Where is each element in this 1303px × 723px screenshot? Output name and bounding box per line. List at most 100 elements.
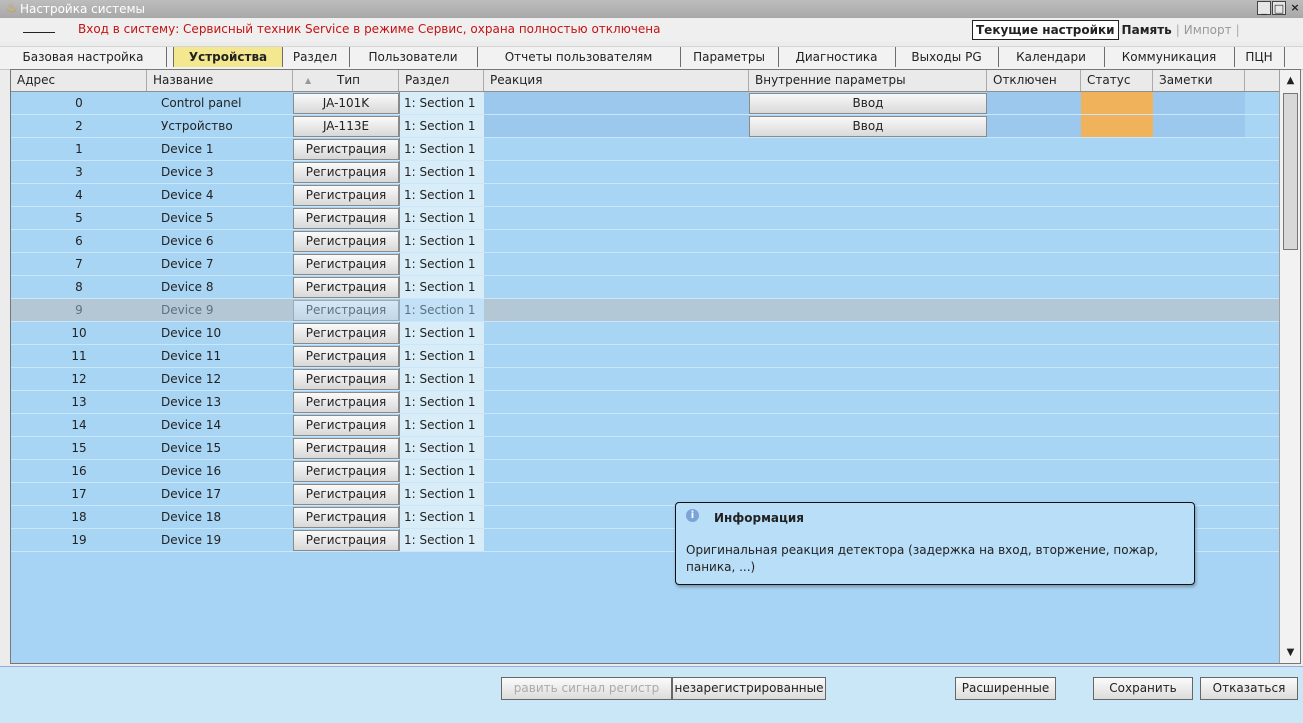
- column-address[interactable]: Адрес: [11, 70, 147, 91]
- cancel-button[interactable]: Отказаться: [1200, 677, 1298, 700]
- table-row[interactable]: 3 Device 3 Регистрация 1: Section 1: [11, 161, 1300, 184]
- tab-devices[interactable]: Устройства: [173, 47, 283, 67]
- column-reaction[interactable]: Реакция: [484, 70, 749, 91]
- table-row[interactable]: 5 Device 5 Регистрация 1: Section 1: [11, 207, 1300, 230]
- section-cell[interactable]: 1: Section 1: [399, 437, 484, 460]
- section-cell[interactable]: 1: Section 1: [399, 529, 484, 552]
- column-status[interactable]: Статус: [1081, 70, 1153, 91]
- scrollbar-thumb[interactable]: [1283, 93, 1298, 250]
- tab-user-reports[interactable]: Отчеты пользователям: [477, 47, 681, 67]
- table-row[interactable]: 4 Device 4 Регистрация 1: Section 1: [11, 184, 1300, 207]
- tab-communication[interactable]: Коммуникация: [1104, 47, 1235, 67]
- section-cell[interactable]: 1: Section 1: [399, 299, 484, 322]
- chevron-down-icon[interactable]: ▼: [1280, 642, 1300, 663]
- column-name[interactable]: Название: [147, 70, 293, 91]
- table-row[interactable]: 7 Device 7 Регистрация 1: Section 1: [11, 253, 1300, 276]
- device-type-button[interactable]: Регистрация: [293, 162, 399, 183]
- device-type-button[interactable]: Регистрация: [293, 369, 399, 390]
- chevron-up-icon[interactable]: ▲: [1280, 70, 1300, 91]
- device-type-button[interactable]: Регистрация: [293, 530, 399, 551]
- tab-users[interactable]: Пользователи: [349, 47, 478, 67]
- device-type-button[interactable]: Регистрация: [293, 300, 399, 321]
- section-cell[interactable]: 1: Section 1: [399, 391, 484, 414]
- device-type-button[interactable]: Регистрация: [293, 392, 399, 413]
- section-cell[interactable]: 1: Section 1: [399, 483, 484, 506]
- column-type[interactable]: ▲ Тип: [293, 70, 399, 91]
- device-type-button[interactable]: Регистрация: [293, 461, 399, 482]
- tab-calendars[interactable]: Календари: [998, 47, 1105, 67]
- device-type-button[interactable]: Регистрация: [293, 254, 399, 275]
- section-cell[interactable]: 1: Section 1: [399, 345, 484, 368]
- tab-diagnostics[interactable]: Диагностика: [778, 47, 896, 67]
- device-type-button[interactable]: Регистрация: [293, 507, 399, 528]
- internal-parameters-button[interactable]: Ввод: [749, 116, 987, 137]
- section-cell[interactable]: 1: Section 1: [399, 506, 484, 529]
- tab-monitoring-station[interactable]: ПЦН: [1234, 47, 1285, 67]
- section-cell[interactable]: 1: Section 1: [399, 276, 484, 299]
- unregistered-button[interactable]: незарегистрированные: [672, 677, 826, 700]
- section-cell[interactable]: 1: Section 1: [399, 207, 484, 230]
- section-cell[interactable]: 1: Section 1: [399, 115, 484, 138]
- section-cell[interactable]: 1: Section 1: [399, 253, 484, 276]
- table-row[interactable]: 10 Device 10 Регистрация 1: Section 1: [11, 322, 1300, 345]
- section-cell[interactable]: 1: Section 1: [399, 230, 484, 253]
- device-type-button[interactable]: JA-101K: [293, 93, 399, 114]
- minimize-button[interactable]: _: [1257, 1, 1271, 15]
- table-row[interactable]: 1 Device 1 Регистрация 1: Section 1: [11, 138, 1300, 161]
- mode-current-settings[interactable]: Текущие настройки: [972, 20, 1119, 40]
- device-type-button[interactable]: Регистрация: [293, 277, 399, 298]
- section-cell[interactable]: 1: Section 1: [399, 138, 484, 161]
- device-type-button[interactable]: Регистрация: [293, 323, 399, 344]
- section-cell[interactable]: 1: Section 1: [399, 460, 484, 483]
- section-cell[interactable]: 1: Section 1: [399, 184, 484, 207]
- table-row[interactable]: 15 Device 15 Регистрация 1: Section 1: [11, 437, 1300, 460]
- device-type-button[interactable]: JA-113E: [293, 116, 399, 137]
- section-cell[interactable]: 1: Section 1: [399, 414, 484, 437]
- device-type-button[interactable]: Регистрация: [293, 185, 399, 206]
- maximize-button[interactable]: □: [1272, 1, 1286, 15]
- tab-basic-settings[interactable]: Базовая настройка: [0, 47, 167, 67]
- table-row[interactable]: 12 Device 12 Регистрация 1: Section 1: [11, 368, 1300, 391]
- settings-window: ♨ Настройка системы _ □ × Вход в систему…: [0, 0, 1303, 723]
- reaction-cell[interactable]: [484, 92, 749, 115]
- reaction-cell[interactable]: [484, 115, 749, 138]
- table-row[interactable]: 13 Device 13 Регистрация 1: Section 1: [11, 391, 1300, 414]
- mode-memory[interactable]: Память: [1119, 21, 1175, 39]
- column-notes[interactable]: Заметки: [1153, 70, 1245, 91]
- device-type-button[interactable]: Регистрация: [293, 231, 399, 252]
- tab-pg-outputs[interactable]: Выходы PG: [895, 47, 999, 67]
- advanced-button[interactable]: Расширенные: [955, 677, 1056, 700]
- tab-parameters[interactable]: Параметры: [680, 47, 779, 67]
- table-row[interactable]: 8 Device 8 Регистрация 1: Section 1: [11, 276, 1300, 299]
- notes-cell[interactable]: [1153, 115, 1245, 138]
- column-internal-parameters[interactable]: Внутренние параметры: [749, 70, 987, 91]
- vertical-scrollbar[interactable]: ▲ ▼: [1279, 70, 1300, 663]
- section-cell[interactable]: 1: Section 1: [399, 368, 484, 391]
- internal-parameters-button[interactable]: Ввод: [749, 93, 987, 114]
- table-row[interactable]: 11 Device 11 Регистрация 1: Section 1: [11, 345, 1300, 368]
- table-row[interactable]: 9 Device 9 Регистрация 1: Section 1: [11, 299, 1300, 322]
- device-type-button[interactable]: Регистрация: [293, 208, 399, 229]
- device-type-button[interactable]: Регистрация: [293, 438, 399, 459]
- section-cell[interactable]: 1: Section 1: [399, 161, 484, 184]
- table-row[interactable]: 14 Device 14 Регистрация 1: Section 1: [11, 414, 1300, 437]
- device-type-button[interactable]: Регистрация: [293, 415, 399, 436]
- disabled-cell[interactable]: [987, 115, 1081, 138]
- device-type-button[interactable]: Регистрация: [293, 484, 399, 505]
- table-row[interactable]: 16 Device 16 Регистрация 1: Section 1: [11, 460, 1300, 483]
- save-button[interactable]: Сохранить: [1093, 677, 1193, 700]
- table-row[interactable]: 6 Device 6 Регистрация 1: Section 1: [11, 230, 1300, 253]
- tab-section[interactable]: Раздел: [281, 47, 350, 67]
- table-row[interactable]: 0 Control panel JA-101K 1: Section 1 Вво…: [11, 92, 1300, 115]
- section-cell[interactable]: 1: Section 1: [399, 322, 484, 345]
- section-cell[interactable]: 1: Section 1: [399, 92, 484, 115]
- address-cell: 2: [75, 119, 83, 133]
- table-row[interactable]: 2 Устройство JA-113E 1: Section 1 Ввод: [11, 115, 1300, 138]
- disabled-cell[interactable]: [987, 92, 1081, 115]
- notes-cell[interactable]: [1153, 92, 1245, 115]
- device-type-button[interactable]: Регистрация: [293, 346, 399, 367]
- device-type-button[interactable]: Регистрация: [293, 139, 399, 160]
- column-disabled[interactable]: Отключен: [987, 70, 1081, 91]
- close-button[interactable]: ×: [1288, 1, 1302, 15]
- column-section[interactable]: Раздел: [399, 70, 484, 91]
